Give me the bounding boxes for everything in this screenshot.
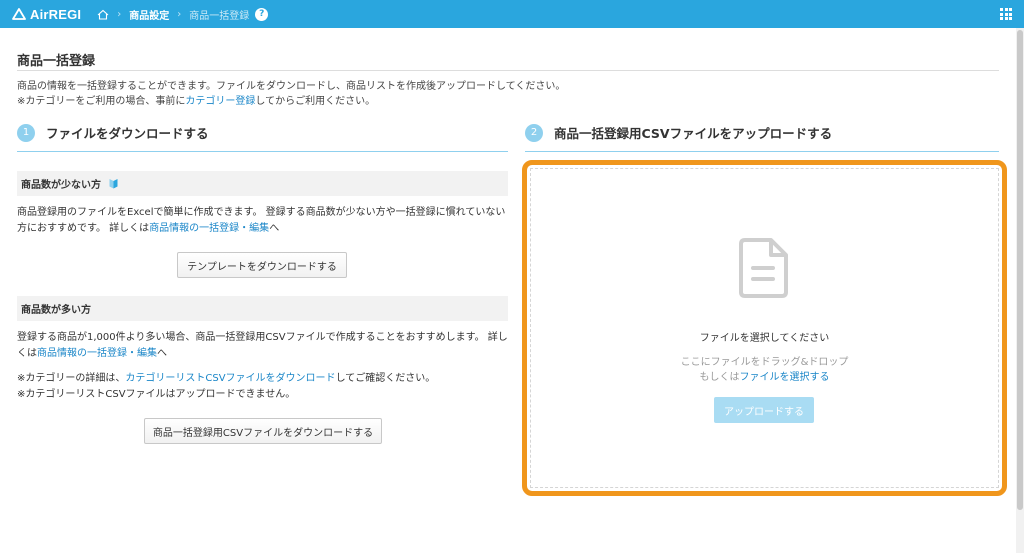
category-note-text-end: してからご利用ください。: [255, 96, 376, 107]
divider: [17, 151, 508, 152]
page-description: 商品の情報を一括登録することができます。ファイルをダウンロードし、商品リストを作…: [17, 81, 566, 92]
download-template-button[interactable]: テンプレートをダウンロードする: [177, 252, 347, 278]
home-icon[interactable]: [97, 9, 109, 20]
category-registration-link[interactable]: カテゴリー登録: [185, 96, 255, 107]
logo[interactable]: AirREGI: [12, 7, 81, 22]
app-grid-icon[interactable]: [1000, 8, 1012, 20]
step1-title: ファイルをダウンロードする: [46, 126, 209, 141]
category-note-text: ※カテゴリーをご利用の場合、事前に: [17, 96, 186, 107]
breadcrumb-item-bulk-registration: 商品一括登録: [189, 10, 250, 22]
few-products-heading: 商品数が少ない方: [17, 171, 508, 196]
step1-heading: 1 ファイルをダウンロードする: [17, 123, 209, 142]
vertical-scrollbar[interactable]: [1016, 28, 1024, 553]
many-products-description: 登録する商品が1,000件より多い場合、商品一括登録用CSVファイルで作成するこ…: [17, 330, 508, 362]
step1-number: 1: [17, 123, 35, 142]
select-file-hint: もしくはファイルを選択する: [531, 368, 998, 383]
breadcrumb-item-product-settings[interactable]: 商品設定: [129, 7, 169, 22]
step2-title: 商品一括登録用CSVファイルをアップロードする: [554, 126, 833, 141]
category-csv-note: ※カテゴリーの詳細は、カテゴリーリストCSVファイルをダウンロードしてご確認くだ…: [17, 371, 508, 387]
beginner-mark-icon: [109, 178, 118, 189]
bulk-edit-help-link[interactable]: 商品情報の一括登録・編集: [149, 223, 269, 234]
category-csv-download-link[interactable]: カテゴリーリストCSVファイルをダウンロード: [125, 373, 335, 384]
category-csv-note-text-end: してご確認ください。: [335, 373, 436, 384]
step2-heading: 2 商品一括登録用CSVファイルをアップロードする: [525, 123, 832, 142]
category-csv-upload-note: ※カテゴリーリストCSVファイルはアップロードできません。: [17, 389, 296, 400]
few-products-title: 商品数が少ない方: [21, 180, 101, 191]
chevron-right-icon: ›: [177, 8, 182, 20]
step2-number: 2: [525, 123, 543, 142]
breadcrumb: › 商品設定 › 商品一括登録 ?: [97, 7, 269, 22]
many-products-title: 商品数が多い方: [21, 305, 91, 316]
help-icon[interactable]: ?: [255, 7, 269, 21]
divider: [17, 70, 999, 71]
upload-dropzone[interactable]: ファイルを選択してください ここにファイルをドラッグ&ドロップ もしくはファイル…: [522, 160, 1007, 496]
upload-button[interactable]: アップロードする: [714, 397, 814, 423]
select-file-hint-text: もしくは: [699, 372, 740, 383]
chevron-right-icon: ›: [117, 8, 122, 20]
logo-text: AirREGI: [30, 6, 82, 22]
category-note: ※カテゴリーをご利用の場合、事前にカテゴリー登録してからご利用ください。: [17, 92, 375, 107]
top-bar: AirREGI › 商品設定 › 商品一括登録 ?: [0, 0, 1024, 28]
airregi-logo-icon: [12, 8, 26, 20]
bulk-edit-help-link[interactable]: 商品情報の一括登録・編集: [37, 348, 157, 359]
many-products-text-end: へ: [157, 348, 167, 359]
category-csv-notes: ※カテゴリーの詳細は、カテゴリーリストCSVファイルをダウンロードしてご確認くだ…: [17, 371, 508, 403]
document-icon: [737, 237, 789, 303]
page-title: 商品一括登録: [17, 54, 96, 69]
select-file-link[interactable]: ファイルを選択する: [740, 372, 830, 383]
few-products-text-end: へ: [269, 223, 280, 234]
divider: [525, 151, 999, 152]
scrollbar-thumb[interactable]: [1017, 30, 1023, 510]
upload-title: ファイルを選択してください: [699, 333, 830, 344]
drag-drop-hint: ここにファイルをドラッグ&ドロップ: [680, 357, 849, 368]
dropzone-inner[interactable]: ファイルを選択してください ここにファイルをドラッグ&ドロップ もしくはファイル…: [530, 168, 999, 488]
category-csv-note-text: ※カテゴリーの詳細は、: [17, 373, 126, 384]
few-products-description: 商品登録用のファイルをExcelで簡単に作成できます。 登録する商品数が少ない方…: [17, 205, 508, 237]
download-csv-button[interactable]: 商品一括登録用CSVファイルをダウンロードする: [144, 418, 382, 444]
many-products-heading: 商品数が多い方: [17, 296, 508, 321]
